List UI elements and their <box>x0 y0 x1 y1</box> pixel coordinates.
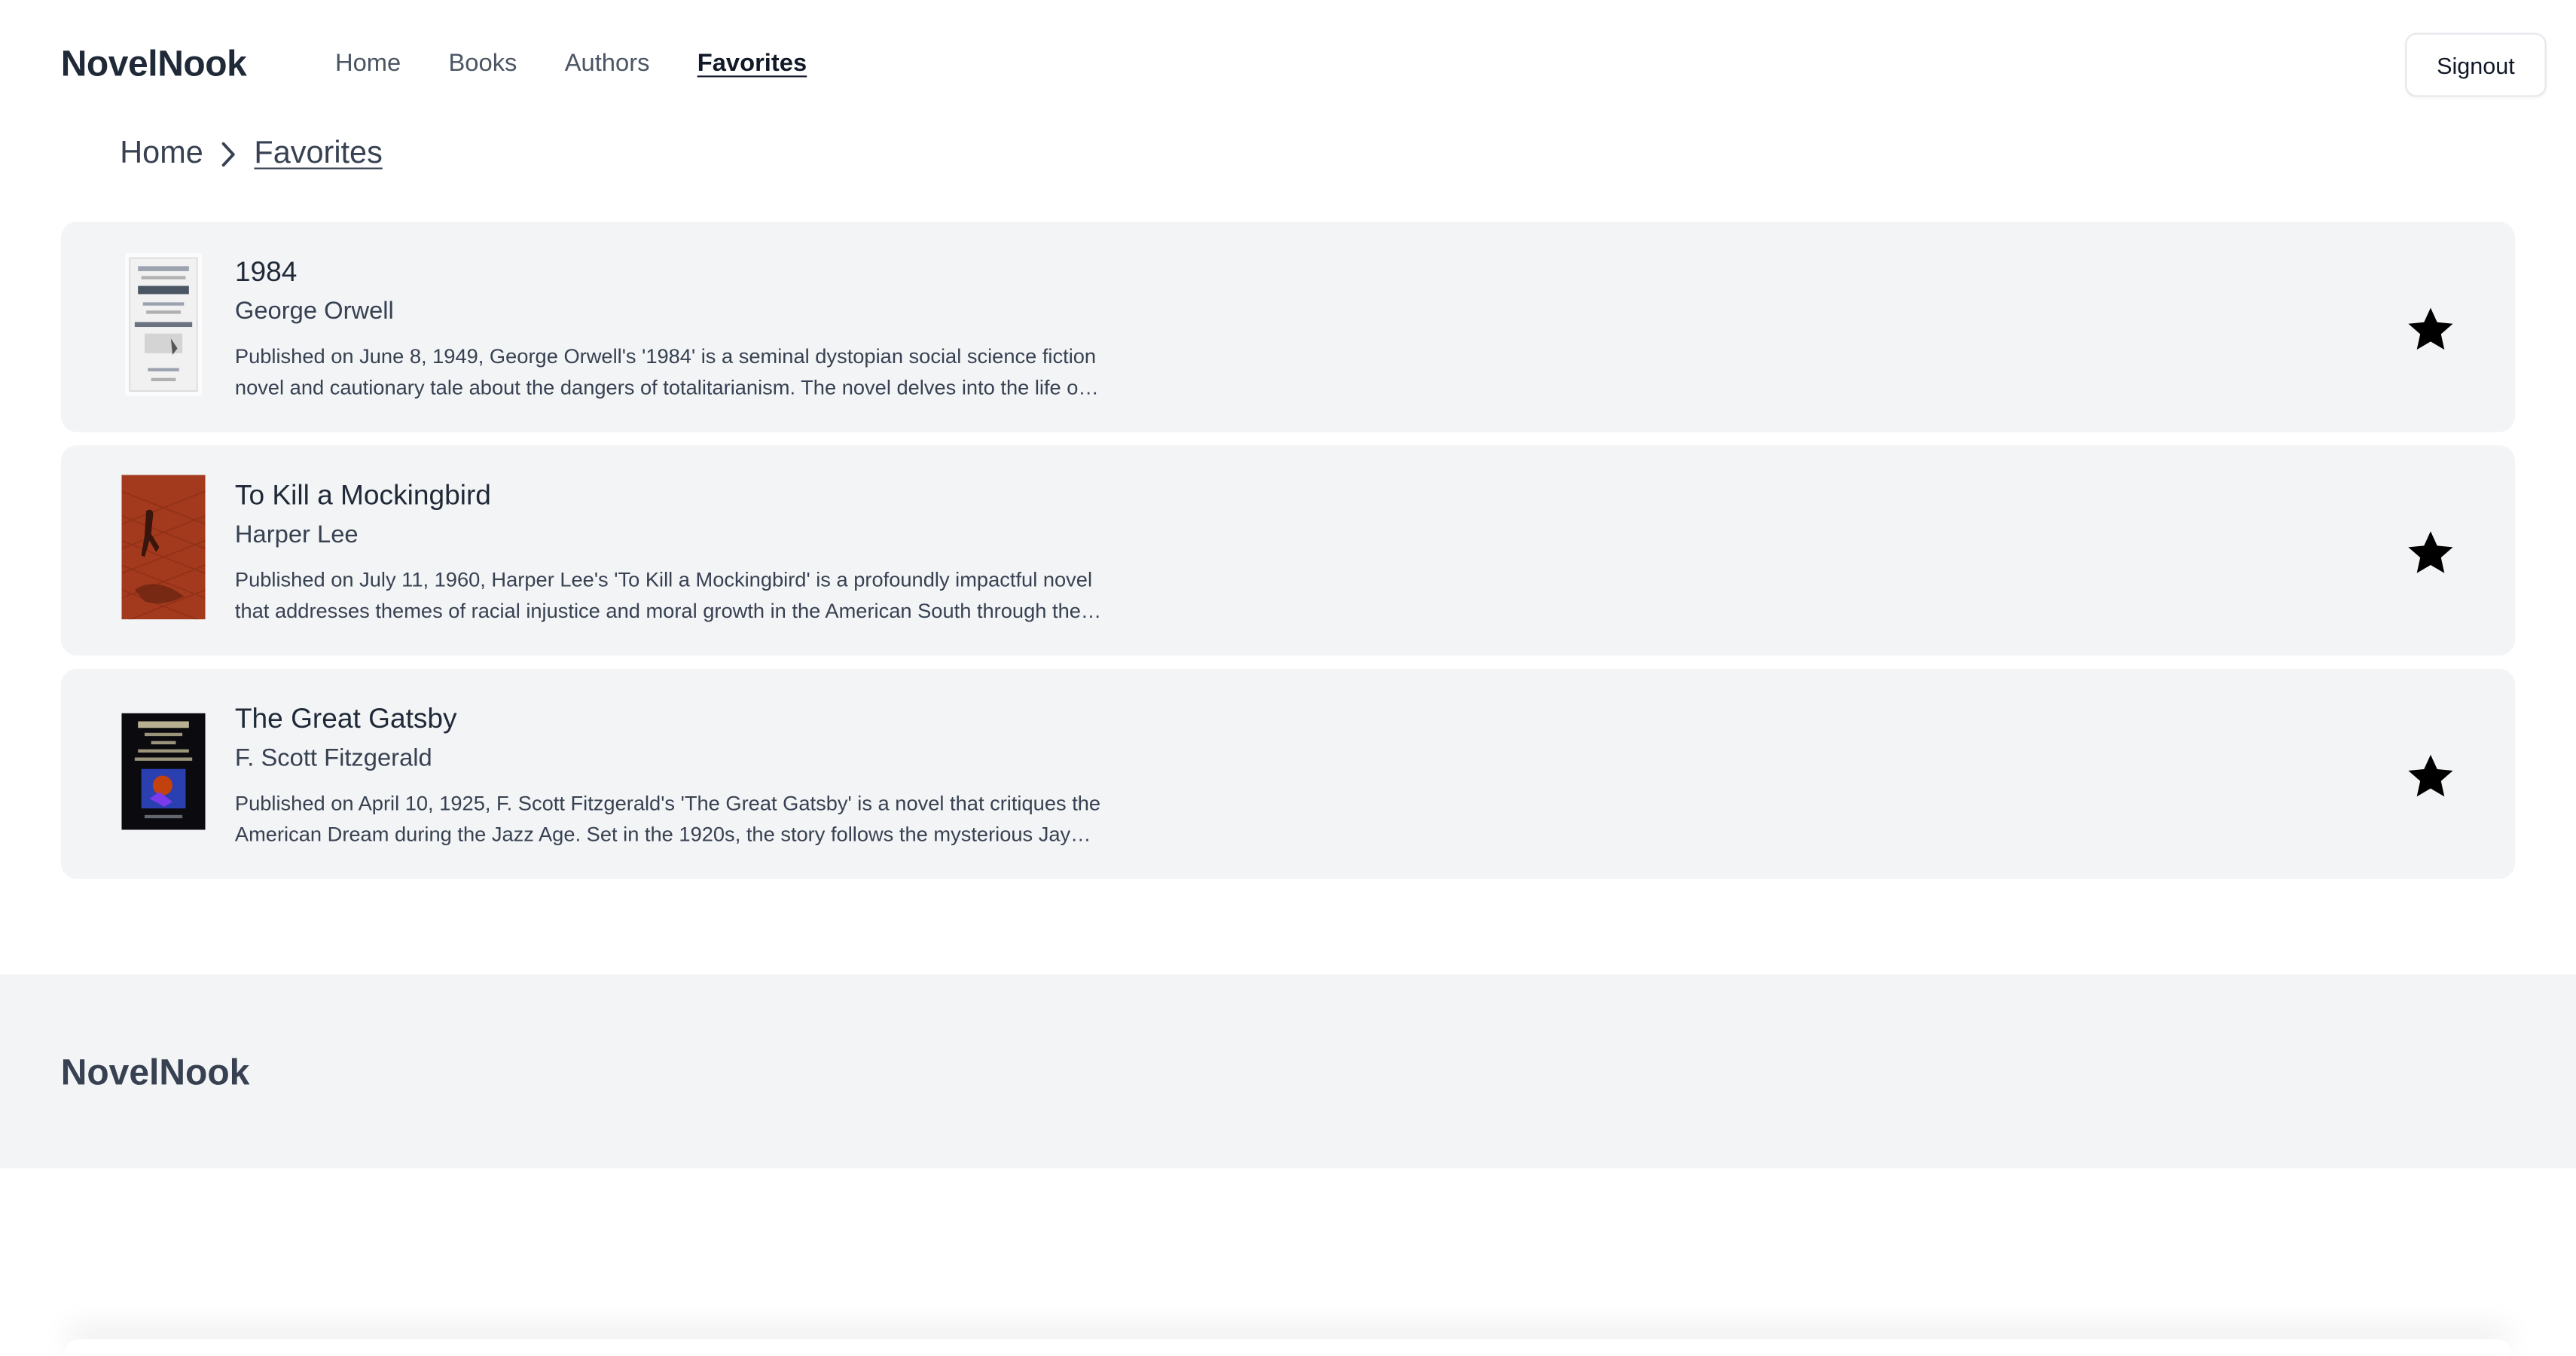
main-nav: Home Books Authors Favorites <box>335 49 855 77</box>
book-description: Published on April 10, 1925, F. Scott Fi… <box>234 792 1101 847</box>
book-author: F. Scott Fitzgerald <box>234 744 432 773</box>
site-footer: NovelNook <box>0 974 2576 1168</box>
nav-home[interactable]: Home <box>335 49 401 77</box>
brand-logo[interactable]: NovelNook <box>61 43 247 86</box>
chevron-right-icon <box>220 142 237 168</box>
book-cover-image[interactable] <box>124 252 203 396</box>
book-title[interactable]: 1984 <box>235 256 298 289</box>
bottom-panel-edge <box>66 1339 2510 1356</box>
site-header: NovelNook Home Books Authors Favorites S… <box>0 0 2576 131</box>
book-title[interactable]: The Great Gatsby <box>235 704 457 737</box>
list-item[interactable]: The Great Gatsby F. Scott Fitzgerald Pub… <box>60 668 2516 879</box>
breadcrumb-current[interactable]: Favorites <box>254 136 382 173</box>
book-author: George Orwell <box>234 297 394 325</box>
breadcrumb: Home Favorites <box>120 133 383 176</box>
breadcrumb-home[interactable]: Home <box>120 136 203 173</box>
nav-authors[interactable]: Authors <box>565 49 650 77</box>
favorites-list: 1984 George Orwell Published on June 8, … <box>60 221 2516 892</box>
book-description: Published on June 8, 1949, George Orwell… <box>234 345 1097 400</box>
list-item[interactable]: To Kill a Mockingbird Harper Lee Publish… <box>60 445 2516 656</box>
list-item[interactable]: 1984 George Orwell Published on June 8, … <box>60 221 2516 432</box>
book-description: Published on July 11, 1960, Harper Lee's… <box>234 568 1093 623</box>
book-author: Harper Lee <box>234 521 359 549</box>
book-cover-image[interactable] <box>121 475 206 620</box>
book-title[interactable]: To Kill a Mockingbird <box>235 480 491 513</box>
star-icon[interactable] <box>2405 527 2456 579</box>
signout-button[interactable]: Signout <box>2405 32 2547 97</box>
star-icon[interactable] <box>2405 304 2456 356</box>
star-icon[interactable] <box>2405 751 2456 802</box>
footer-brand: NovelNook <box>60 1051 250 1093</box>
nav-books[interactable]: Books <box>448 49 517 77</box>
book-cover-image[interactable] <box>121 713 206 830</box>
nav-favorites[interactable]: Favorites <box>697 49 807 77</box>
